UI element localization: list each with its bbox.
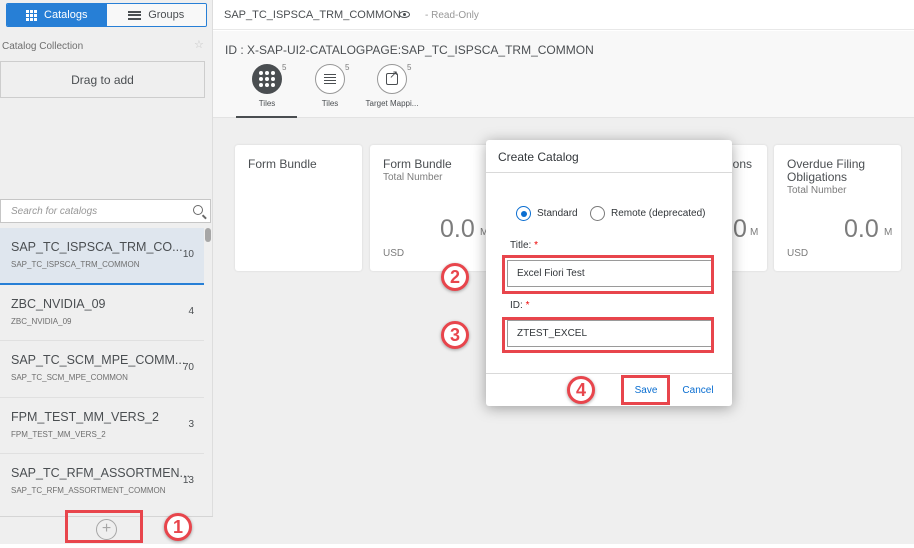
step-badge-3: 3 <box>441 321 469 349</box>
cancel-button[interactable]: Cancel <box>679 382 717 400</box>
required-mark: * <box>534 240 538 251</box>
title-label: Title: * <box>510 240 538 251</box>
title-label-text: Title: <box>510 240 532 251</box>
step-badge-2: 2 <box>441 263 469 291</box>
dialog-header: Create Catalog <box>486 140 732 173</box>
highlight-save-button <box>621 375 670 405</box>
id-label-text: ID: <box>510 300 523 311</box>
id-label: ID: * <box>510 300 529 311</box>
highlight-title-field <box>502 255 714 294</box>
dialog-title: Create Catalog <box>498 150 579 164</box>
step-badge-4: 4 <box>567 376 595 404</box>
required-mark: * <box>525 300 530 311</box>
highlight-add-button <box>65 510 143 543</box>
radio-standard[interactable]: Standard <box>516 206 578 221</box>
step-badge-1: 1 <box>164 513 192 541</box>
highlight-id-field <box>502 317 714 353</box>
create-catalog-dialog: Create Catalog Standard Remote (deprecat… <box>486 140 732 406</box>
radio-selected-icon <box>516 206 531 221</box>
radio-unselected-icon <box>590 206 605 221</box>
dialog-footer: Save Cancel <box>486 373 732 406</box>
radio-remote-label: Remote (deprecated) <box>611 208 706 219</box>
radio-remote[interactable]: Remote (deprecated) <box>590 206 706 221</box>
radio-standard-label: Standard <box>537 208 578 219</box>
